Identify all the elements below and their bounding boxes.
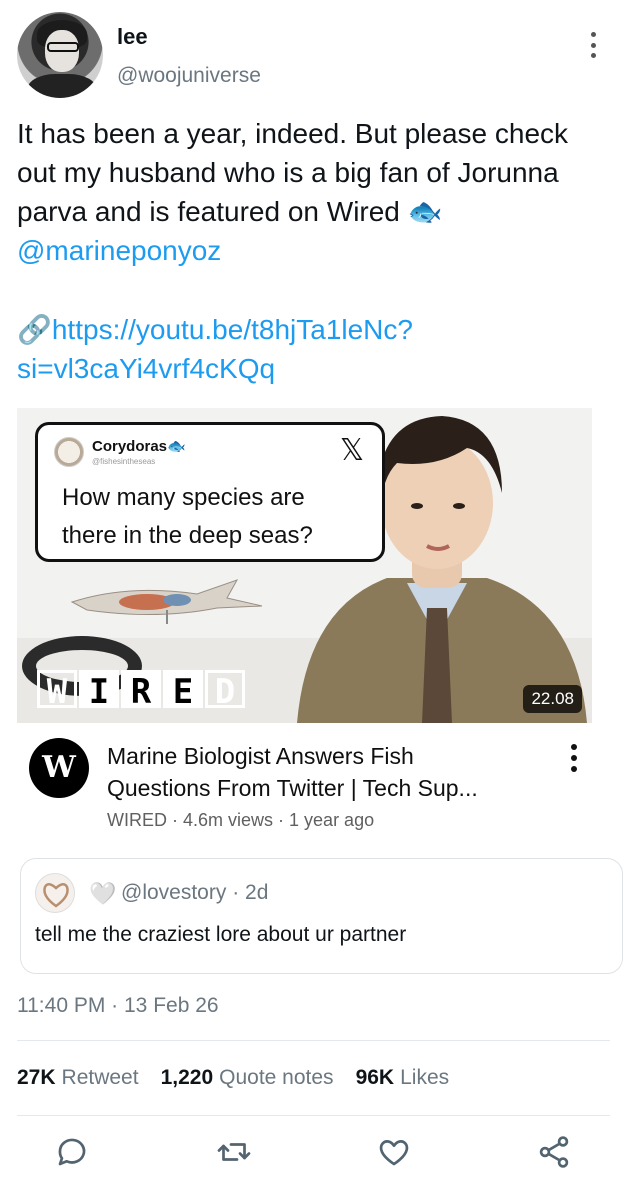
tweet-time: 11:40 PM — [17, 994, 106, 1017]
like-icon[interactable] — [376, 1134, 416, 1174]
quoted-text: tell me the craziest lore about ur partn… — [35, 923, 407, 946]
video-title-line: Marine Biologist Answers Fish — [107, 743, 414, 769]
video-subtitle: WIRED · 4.6m views · 1 year ago — [107, 810, 374, 831]
tweet-date: 13 Feb 26 — [124, 994, 219, 1017]
tweet-line: It has been a year, indeed. But please c… — [17, 118, 569, 149]
quoted-handle[interactable]: @lovestory — [121, 881, 226, 904]
view-count: 4.6m views — [183, 810, 274, 830]
heart-doodle-icon — [43, 883, 69, 908]
wired-letter: W — [37, 670, 77, 711]
likes-label: Likes — [400, 1066, 450, 1089]
channel-avatar[interactable]: W — [29, 738, 89, 798]
url-link[interactable]: 🔗https://youtu.be/t8hjTa1leNc? si=vl3caY… — [17, 310, 617, 388]
question-author-avatar — [54, 437, 84, 467]
white-heart-icon: 🤍 — [89, 881, 117, 906]
shark-model-image — [70, 579, 263, 624]
retweet-stat[interactable]: 27K Retweet — [17, 1066, 139, 1090]
video-thumbnail[interactable]: W I R E D Corydoras🐟 @fishesintheseas 𝕏 … — [17, 408, 592, 723]
divider — [17, 1115, 610, 1116]
meta-separator: · — [167, 810, 183, 830]
wired-letter: I — [79, 670, 119, 711]
meta-separator: · — [273, 810, 290, 830]
tweet-text: It has been a year, indeed. But please c… — [17, 114, 617, 270]
wired-letter: R — [121, 670, 161, 711]
wired-letter: E — [163, 670, 203, 711]
question-text: How many species are there in the deep s… — [62, 479, 372, 555]
retweet-icon[interactable] — [216, 1134, 256, 1174]
retweet-label: Retweet — [61, 1066, 139, 1089]
engagement-stats: 27K Retweet 1,220 Quote notes 96K Likes — [17, 1066, 449, 1090]
quoted-tweet[interactable]: 🤍 @lovestory · 2d tell me the craziest l… — [20, 858, 623, 974]
x-logo-icon: 𝕏 — [339, 433, 364, 468]
quoted-handle-line: @lovestory · 2d — [121, 881, 268, 905]
question-line: How many species are — [62, 484, 305, 511]
quoted-age: 2d — [245, 881, 269, 904]
wired-logo: W I R E D — [37, 670, 245, 711]
likes-stat[interactable]: 96K Likes — [356, 1066, 450, 1090]
tweet-header: lee @woojuniverse — [17, 12, 617, 102]
question-author-handle: @fishesintheseas — [92, 457, 156, 466]
question-author-name: Corydoras🐟 — [92, 438, 186, 455]
video-more-icon[interactable] — [571, 744, 579, 772]
meta-separator: · — [226, 881, 246, 904]
quote-label: Quote notes — [219, 1066, 334, 1089]
channel-name[interactable]: WIRED — [107, 810, 167, 830]
action-bar — [54, 1134, 584, 1174]
more-options-icon[interactable] — [591, 32, 599, 58]
wired-letter: D — [205, 670, 245, 711]
reply-icon[interactable] — [54, 1134, 94, 1174]
tweet-timestamp: 11:40 PM · 13 Feb 26 — [17, 994, 219, 1018]
share-icon[interactable] — [536, 1134, 576, 1174]
retweet-count: 27K — [17, 1066, 56, 1089]
tweet-line: parva and is featured on Wired 🐟 — [17, 196, 443, 227]
tweet-line: out my husband who is a big fan of Jorun… — [17, 157, 559, 188]
author-handle[interactable]: @woojuniverse — [117, 64, 261, 88]
video-title-line: Questions From Twitter | Tech Sup... — [107, 775, 478, 801]
question-line: there in the deep seas? — [62, 522, 313, 549]
author-avatar[interactable] — [17, 12, 103, 98]
url-line[interactable]: 🔗https://youtu.be/t8hjTa1leNc? — [17, 310, 617, 349]
mention-link[interactable]: @marineponyoz — [17, 231, 617, 270]
meta-separator: · — [105, 994, 124, 1017]
video-duration-badge: 22.08 — [523, 685, 582, 713]
url-line[interactable]: si=vl3caYi4vrf4cKQq — [17, 349, 617, 388]
likes-count: 96K — [355, 1066, 395, 1089]
video-title[interactable]: Marine Biologist Answers Fish Questions … — [107, 740, 547, 804]
divider — [17, 1040, 610, 1041]
video-age: 1 year ago — [289, 810, 375, 830]
quote-count: 1,220 — [160, 1066, 214, 1089]
video-info[interactable]: W Marine Biologist Answers Fish Question… — [17, 738, 617, 838]
quote-stat[interactable]: 1,220 Quote notes — [161, 1066, 334, 1090]
quoted-author-avatar[interactable] — [35, 873, 75, 913]
quoted-question-card: Corydoras🐟 @fishesintheseas 𝕏 How many s… — [35, 422, 385, 562]
author-name[interactable]: lee — [117, 24, 148, 50]
